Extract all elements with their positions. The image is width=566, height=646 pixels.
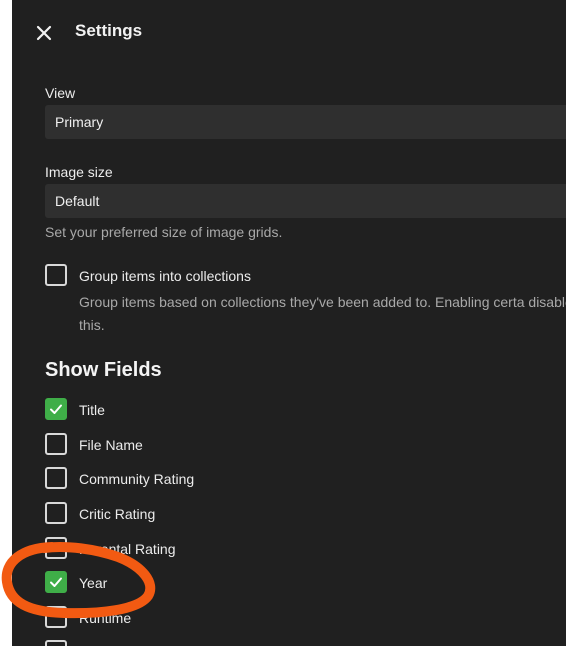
field-checkbox-runtime[interactable] bbox=[45, 606, 67, 628]
image-size-help: Set your preferred size of image grids. bbox=[45, 224, 283, 240]
settings-panel: Settings View Primary Image size Default… bbox=[12, 0, 566, 646]
group-collections-label: Group items into collections bbox=[79, 268, 251, 284]
field-label-parental-rating: Parental Rating bbox=[79, 541, 176, 557]
screenshot-stage: Settings View Primary Image size Default… bbox=[0, 0, 566, 646]
image-size-label: Image size bbox=[45, 164, 113, 180]
field-checkbox-community-rating[interactable] bbox=[45, 467, 67, 489]
view-select-value: Primary bbox=[55, 114, 104, 130]
field-label-runtime: Runtime bbox=[79, 610, 132, 626]
field-checkbox-next[interactable] bbox=[45, 640, 67, 646]
view-label: View bbox=[45, 85, 76, 101]
field-checkbox-parental-rating[interactable] bbox=[45, 537, 67, 559]
check-icon bbox=[50, 577, 62, 587]
group-collections-description: Group items based on collections they've… bbox=[79, 294, 566, 333]
field-label-year: Year bbox=[79, 575, 108, 591]
group-collections-checkbox[interactable] bbox=[45, 264, 67, 286]
image-size-select[interactable]: Default bbox=[45, 184, 566, 218]
field-label-title: Title bbox=[79, 402, 105, 418]
settings-header: Settings bbox=[12, 0, 566, 64]
image-size-select-value: Default bbox=[55, 193, 100, 209]
field-checkbox-title[interactable] bbox=[45, 398, 67, 420]
check-icon bbox=[50, 404, 62, 414]
field-checkbox-file-name[interactable] bbox=[45, 433, 67, 455]
field-checkbox-year[interactable] bbox=[45, 571, 67, 593]
page-title: Settings bbox=[75, 21, 143, 40]
close-icon[interactable] bbox=[34, 23, 54, 43]
field-label-file-name: File Name bbox=[79, 437, 143, 453]
field-label-critic-rating: Critic Rating bbox=[79, 506, 156, 522]
show-fields-title: Show Fields bbox=[45, 359, 162, 381]
view-select[interactable]: Primary bbox=[45, 105, 566, 139]
field-checkbox-critic-rating[interactable] bbox=[45, 502, 67, 524]
field-label-community-rating: Community Rating bbox=[79, 471, 195, 487]
